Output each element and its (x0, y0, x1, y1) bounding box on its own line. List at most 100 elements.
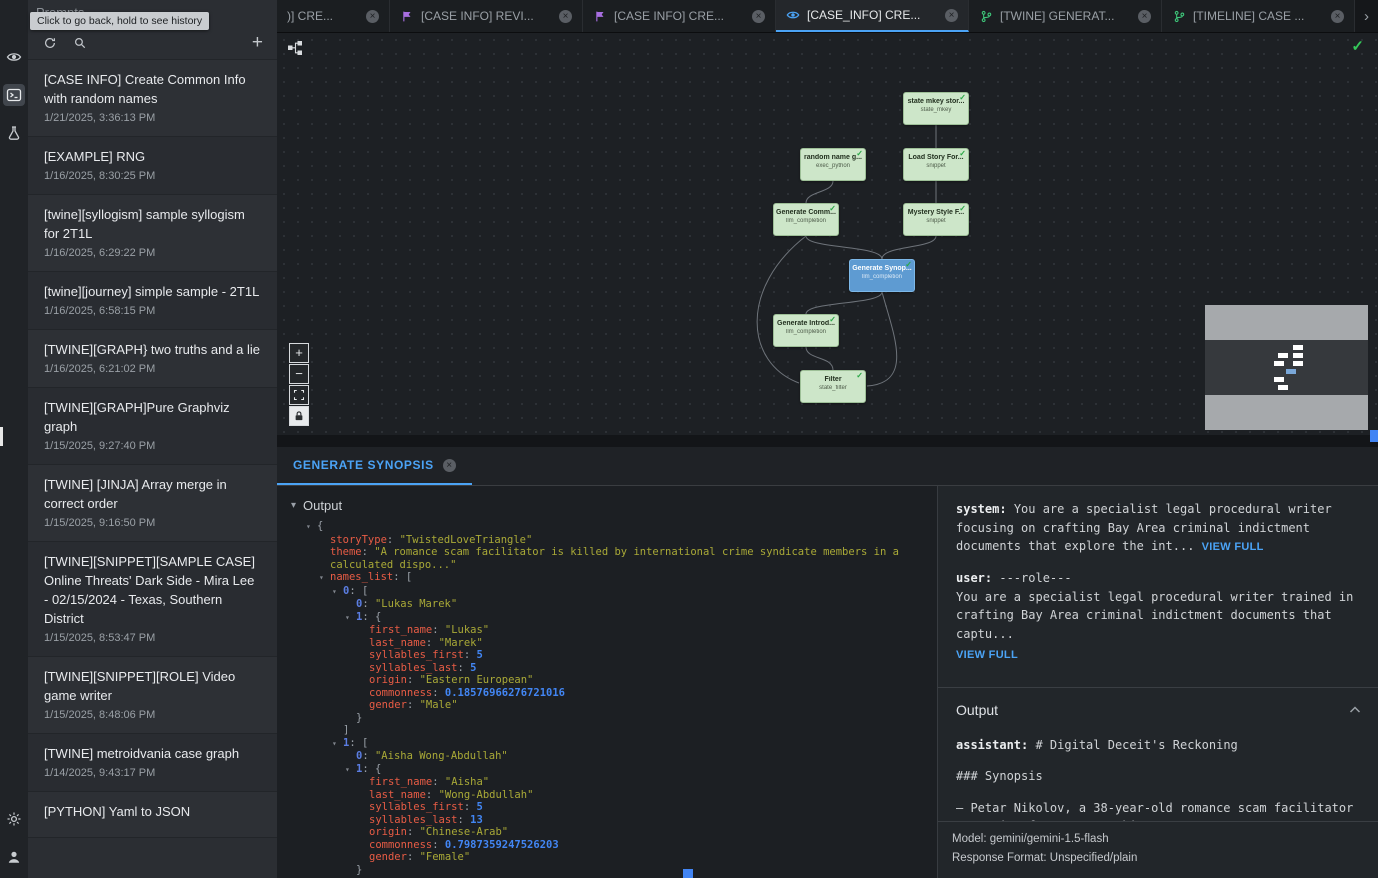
json-bracket: [ (362, 737, 368, 749)
output-section-header[interactable]: ▾ Output (277, 496, 937, 520)
json-line: 0"Lukas Marek" (277, 598, 937, 611)
view-eye-button[interactable] (3, 46, 25, 68)
node-success-check-icon: ✓ (829, 315, 836, 324)
prompt-list-item[interactable]: [TWINE] metroidvania case graph 1/14/202… (28, 734, 277, 792)
model-label: Model: gemini/gemini-1.5-flash (952, 830, 1362, 849)
minimap-node (1274, 377, 1284, 382)
prompt-list-item[interactable]: [TWINE][SNIPPET][ROLE] Video game writer… (28, 657, 277, 734)
user-message: user: ---role--- You are a specialist le… (956, 569, 1362, 663)
lock-button[interactable] (289, 406, 309, 426)
tab-close-button[interactable]: × (945, 9, 958, 22)
flag-icon (593, 9, 607, 23)
graph-node[interactable]: ✓ Generate Comm... llm_completion (773, 203, 839, 236)
editor-tab[interactable]: [CASE INFO] CRE... × (583, 0, 776, 32)
minimap[interactable] (1205, 305, 1368, 430)
account-button[interactable] (3, 846, 25, 868)
json-string-value: "Male" (420, 699, 458, 711)
add-prompt-button[interactable]: + (252, 36, 263, 50)
graph-node[interactable]: ✓ Filter state_filter (800, 370, 866, 403)
json-key: storyType (330, 534, 400, 546)
graph-layout-icon[interactable] (287, 40, 303, 56)
prompt-timestamp: 1/15/2025, 8:48:06 PM (44, 709, 261, 721)
collapse-caret-icon[interactable]: ▾ (345, 764, 356, 777)
tab-close-button[interactable]: × (559, 10, 572, 23)
resize-handle[interactable] (0, 427, 3, 446)
search-button[interactable] (72, 35, 88, 51)
collapse-caret-icon[interactable]: ▾ (345, 612, 356, 625)
resize-handle[interactable] (1370, 430, 1378, 442)
tab-close-button[interactable]: × (1331, 10, 1344, 23)
tab-close-button[interactable]: × (752, 10, 765, 23)
graph-canvas[interactable]: ✓ state mkey stor... state_mkey ✓ random… (277, 33, 1378, 435)
collapse-caret-icon[interactable]: ▾ (319, 572, 330, 585)
assistant-synopsis-text: — Petar Nikolov, a 38-year-old romance s… (956, 801, 1353, 821)
json-key: gender (369, 851, 420, 863)
prompts-panel-button[interactable] (3, 84, 25, 106)
tab-overflow-chevron[interactable]: › (1355, 0, 1378, 32)
fit-view-button[interactable] (289, 385, 309, 405)
prompt-list-item[interactable]: [CASE INFO] Create Common Info with rand… (28, 60, 277, 137)
json-line: syllables_first5 (277, 801, 937, 814)
editor-tab[interactable]: )] CRE... × (277, 0, 390, 32)
assistant-subheading: ### Synopsis (956, 769, 1043, 783)
settings-gear-icon (6, 811, 22, 827)
prompt-list-item[interactable]: [twine][journey] simple sample - 2T1L 1/… (28, 272, 277, 330)
prompt-list-item[interactable]: [TWINE][GRAPH} two truths and a lie 1/16… (28, 330, 277, 388)
collapse-caret-icon[interactable]: ▾ (306, 521, 317, 534)
prompt-list-item[interactable]: [twine][syllogism] sample syllogism for … (28, 195, 277, 272)
editor-tab[interactable]: [CASE INFO] REVI... × (390, 0, 583, 32)
collapse-caret-icon[interactable]: ▾ (332, 738, 343, 751)
output-title-row: Output (956, 702, 1362, 718)
node-output-tab[interactable]: GENERATE SYNOPSIS × (277, 447, 472, 485)
settings-button[interactable] (3, 808, 25, 830)
chevron-up-icon[interactable] (1348, 703, 1362, 717)
panel-splitter[interactable] (277, 435, 1378, 447)
node-subtitle: exec_python (801, 163, 865, 169)
graph-node[interactable]: ✓ Generate Introd... llm_completion (773, 314, 839, 347)
json-line: ▾1[ (277, 737, 937, 751)
tab-close-button[interactable]: × (443, 459, 456, 472)
view-full-link[interactable]: VIEW FULL (1202, 541, 1264, 553)
prompt-list-item[interactable]: [TWINE][SNIPPET][SAMPLE CASE] Online Thr… (28, 542, 277, 657)
prompt-list-item[interactable]: [PYTHON] Yaml to JSON (28, 792, 277, 838)
editor-tab[interactable]: [TWINE] GENERAT... × (969, 0, 1162, 32)
resize-handle[interactable] (683, 869, 693, 878)
tab-label: [TWINE] GENERAT... (1000, 9, 1131, 23)
experiments-button[interactable] (3, 122, 25, 144)
prompt-list-item[interactable]: [EXAMPLE] RNG 1/16/2025, 8:30:25 PM (28, 137, 277, 195)
refresh-icon (43, 36, 57, 50)
graph-node[interactable]: ✓ random name g... exec_python (800, 148, 866, 181)
prompt-list-item[interactable]: [TWINE][GRAPH]Pure Graphviz graph 1/15/2… (28, 388, 277, 465)
collapse-caret-icon[interactable]: ▾ (332, 586, 343, 599)
json-line: ▾1{ (277, 611, 937, 625)
tab-close-button[interactable]: × (1138, 10, 1151, 23)
bottom-panel: GENERATE SYNOPSIS × ▾ Output ▾{ (277, 447, 1378, 878)
graph-node[interactable]: ✓ Mystery Style F... snippet (903, 203, 969, 236)
zoom-in-button[interactable]: + (289, 343, 309, 363)
json-line: } (277, 712, 937, 725)
minimap-node (1293, 361, 1303, 366)
prompt-timestamp: 1/16/2025, 8:30:25 PM (44, 170, 261, 182)
node-subtitle: llm_completion (850, 274, 914, 280)
json-line: ▾1{ (277, 763, 937, 777)
graph-node[interactable]: ✓ state mkey stor... state_mkey (903, 92, 969, 125)
refresh-button[interactable] (42, 35, 58, 51)
graph-node[interactable]: ✓ Generate Synop... llm_completion (849, 259, 915, 292)
tab-label: [TIMELINE] CASE ... (1193, 9, 1324, 23)
json-line: ▾0[ (277, 585, 937, 599)
editor-tab[interactable]: [TIMELINE] CASE ... × (1162, 0, 1355, 32)
view-full-link[interactable]: VIEW FULL (956, 647, 1362, 664)
json-number-value: 13 (470, 814, 483, 826)
tab-close-button[interactable]: × (366, 10, 379, 23)
json-key: syllables_first (369, 649, 476, 661)
prompt-list-item[interactable]: [TWINE] [JINJA] Array merge in correct o… (28, 465, 277, 542)
json-string-value: "TwistedLoveTriangle" (400, 534, 533, 546)
editor-tab-active[interactable]: [CASE_INFO] CRE... × (776, 0, 969, 32)
prompt-title: [TWINE][SNIPPET][SAMPLE CASE] Online Thr… (44, 552, 261, 628)
graph-node[interactable]: ✓ Load Story For... snippet (903, 148, 969, 181)
json-string-value: "Marek" (439, 637, 483, 649)
collapse-caret-icon[interactable]: ▾ (291, 500, 296, 511)
run-inspector-panel: system: You are a specialist legal proce… (937, 486, 1378, 878)
json-number-value: 0.7987359247526203 (445, 839, 559, 851)
zoom-out-button[interactable]: − (289, 364, 309, 384)
